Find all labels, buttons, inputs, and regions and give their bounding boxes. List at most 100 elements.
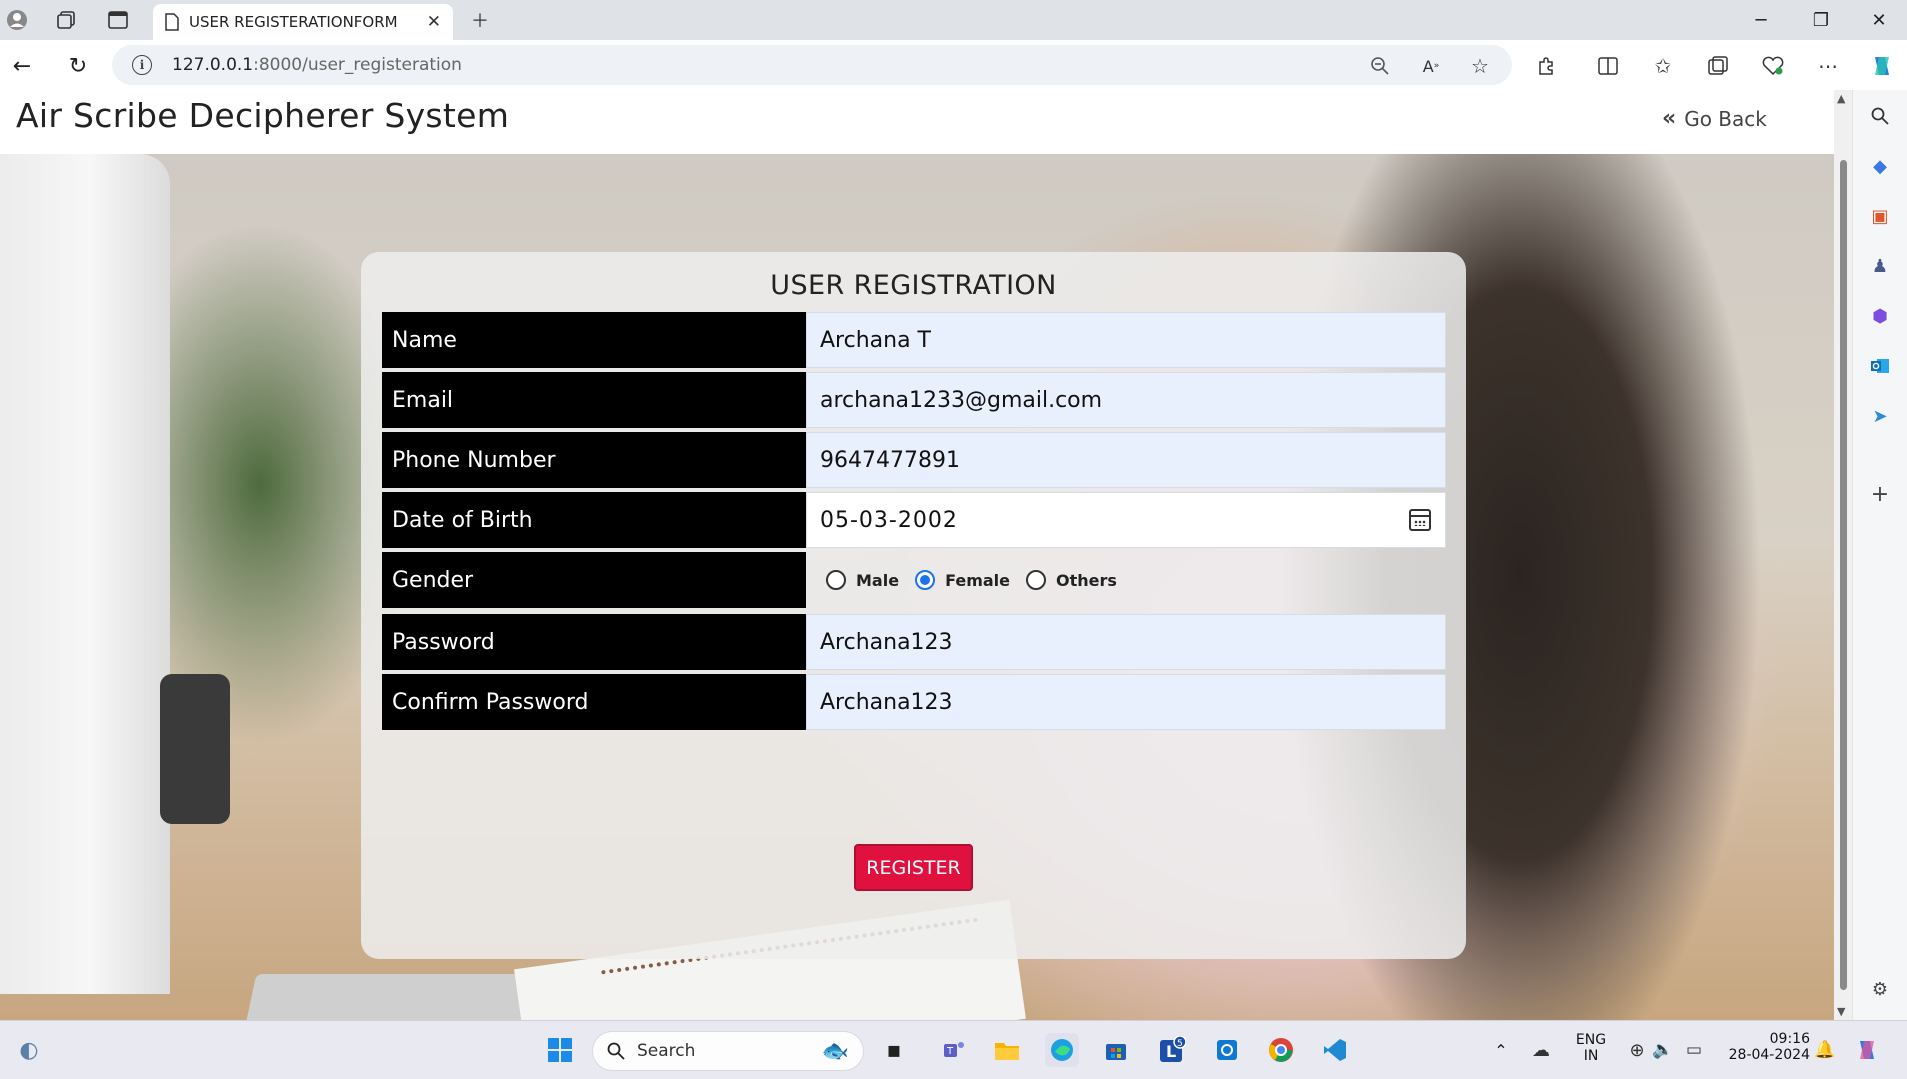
- refresh-icon[interactable]: ↻: [62, 50, 94, 82]
- password-input[interactable]: Archana123: [806, 614, 1446, 670]
- confirm-password-row: Confirm Password Archana123: [382, 674, 1446, 730]
- l-app-icon[interactable]: L5: [1155, 1033, 1189, 1067]
- dob-label: Date of Birth: [382, 492, 806, 548]
- sidebar-outlook-icon[interactable]: [1866, 352, 1894, 380]
- back-arrow-icon[interactable]: ←: [6, 50, 38, 82]
- radio-checked-icon[interactable]: [915, 570, 936, 590]
- calendar-icon[interactable]: [1409, 509, 1431, 531]
- name-input[interactable]: Archana T: [806, 312, 1446, 368]
- browser-essentials-icon[interactable]: [1757, 50, 1789, 82]
- windows-taskbar: ◐ Search 🐟 ▪ T L5 ⌃ ☁ ENG IN ⊕ 🔈 ▭ 09:16: [0, 1020, 1907, 1079]
- workspaces-icon[interactable]: [52, 6, 80, 34]
- gender-label: Gender: [382, 552, 806, 608]
- scroll-up-arrow-icon[interactable]: ▲: [1837, 92, 1845, 105]
- minimize-icon[interactable]: ─: [1732, 0, 1790, 40]
- page-icon: [165, 13, 179, 31]
- radio-unchecked-icon[interactable]: [826, 570, 846, 590]
- dob-value: 05-03-2002: [820, 507, 958, 533]
- speaker-photo-element: [160, 674, 230, 824]
- phone-row: Phone Number 9647477891: [382, 432, 1446, 488]
- confirm-password-input[interactable]: Archana123: [806, 674, 1446, 730]
- favorites-icon[interactable]: ✩: [1647, 50, 1679, 82]
- task-view-icon[interactable]: ▪: [877, 1033, 911, 1067]
- clock[interactable]: 09:16 28-04-2024: [1718, 1031, 1810, 1063]
- lang-line2: IN: [1583, 1048, 1599, 1064]
- tray-chevron-up-icon[interactable]: ⌃: [1484, 1033, 1518, 1067]
- restore-icon[interactable]: ❐: [1792, 0, 1850, 40]
- tab-title: USER REGISTERATIONFORM: [189, 13, 398, 31]
- go-back-label: Go Back: [1684, 106, 1767, 131]
- scroll-down-arrow-icon[interactable]: ▼: [1837, 1005, 1845, 1018]
- sidebar-shopping-tag-icon[interactable]: ◆: [1866, 152, 1894, 180]
- taskbar-search[interactable]: Search 🐟: [592, 1031, 864, 1071]
- registration-card: USER REGISTRATION Name Archana T Email a…: [361, 252, 1466, 959]
- gender-options: Male Female Others: [806, 552, 1446, 608]
- sidebar-games-icon[interactable]: ♟: [1866, 252, 1894, 280]
- register-button[interactable]: REGISTER: [854, 844, 973, 891]
- outlook-app-icon[interactable]: [1210, 1033, 1244, 1067]
- tab-actions-icon[interactable]: [104, 6, 132, 34]
- more-options-icon[interactable]: ⋯: [1812, 50, 1844, 82]
- scrollbar-thumb[interactable]: [1840, 160, 1847, 990]
- url-text: 127.0.0.1:8000/user_registeration: [172, 55, 462, 75]
- dob-input[interactable]: 05-03-2002: [806, 492, 1446, 548]
- battery-icon[interactable]: ▭: [1677, 1033, 1711, 1067]
- email-input[interactable]: archana1233@gmail.com: [806, 372, 1446, 428]
- copilot-icon[interactable]: [1866, 50, 1898, 82]
- extensions-icon[interactable]: [1531, 50, 1563, 82]
- collections-icon[interactable]: [1702, 50, 1734, 82]
- address-bar[interactable]: i 127.0.0.1:8000/user_registeration: [112, 45, 1512, 85]
- vscode-icon[interactable]: [1318, 1033, 1352, 1067]
- zoom-out-icon[interactable]: [1364, 50, 1396, 82]
- others-label: Others: [1056, 570, 1117, 590]
- active-browser-tab[interactable]: USER REGISTERATIONFORM ✕: [153, 4, 453, 40]
- name-label: Name: [382, 312, 806, 368]
- close-window-icon[interactable]: ✕: [1850, 0, 1907, 40]
- split-screen-icon[interactable]: [1592, 50, 1624, 82]
- name-row: Name Archana T: [382, 312, 1446, 368]
- weather-widget-icon[interactable]: ◐: [12, 1033, 46, 1067]
- url-path: :8000/user_registeration: [253, 55, 462, 75]
- double-chevron-left-icon: «: [1662, 106, 1677, 131]
- sidebar-tools-icon[interactable]: ▣: [1866, 202, 1894, 230]
- confirm-password-label: Confirm Password: [382, 674, 806, 730]
- notification-bell-icon[interactable]: 🔔: [1808, 1033, 1842, 1067]
- go-back-link[interactable]: « Go Back: [1662, 106, 1767, 131]
- gender-radio-male[interactable]: Male: [826, 570, 899, 590]
- profile-icon[interactable]: [3, 6, 31, 34]
- language-indicator[interactable]: ENG IN: [1571, 1032, 1611, 1064]
- url-host: 127.0.0.1: [172, 55, 254, 75]
- volume-icon[interactable]: 🔈: [1646, 1033, 1680, 1067]
- email-row: Email archana1233@gmail.com: [382, 372, 1446, 428]
- sidebar-settings-gear-icon[interactable]: ⚙: [1866, 975, 1894, 1003]
- password-label: Password: [382, 614, 806, 670]
- page-scrollbar[interactable]: ▲ ▼: [1834, 90, 1852, 1020]
- read-aloud-icon[interactable]: A»: [1415, 50, 1447, 82]
- chrome-icon[interactable]: [1264, 1033, 1298, 1067]
- sidebar-send-icon[interactable]: ➤: [1866, 402, 1894, 430]
- microsoft-store-icon[interactable]: [1099, 1033, 1133, 1067]
- copilot-taskbar-icon[interactable]: [1850, 1033, 1884, 1067]
- file-explorer-icon[interactable]: [990, 1033, 1024, 1067]
- close-tab-icon[interactable]: ✕: [427, 12, 441, 32]
- windows-start-icon[interactable]: [543, 1033, 577, 1067]
- site-header: Air Scribe Decipherer System « Go Back: [0, 90, 1834, 154]
- male-label: Male: [856, 570, 900, 590]
- phone-input[interactable]: 9647477891: [806, 432, 1446, 488]
- gender-radio-female[interactable]: Female: [915, 570, 1010, 590]
- sidebar-search-icon[interactable]: [1866, 102, 1894, 130]
- favorite-star-icon[interactable]: ☆: [1464, 50, 1496, 82]
- new-tab-icon[interactable]: ＋: [466, 6, 494, 34]
- gender-radio-others[interactable]: Others: [1026, 570, 1117, 590]
- site-info-icon[interactable]: i: [132, 55, 152, 75]
- onedrive-cloud-icon[interactable]: ☁: [1524, 1033, 1558, 1067]
- edge-browser-icon[interactable]: [1045, 1033, 1079, 1067]
- monitor-photo-element: [0, 154, 170, 994]
- email-label: Email: [382, 372, 806, 428]
- radio-unchecked-icon[interactable]: [1026, 570, 1046, 590]
- taskbar-search-label: Search: [637, 1041, 696, 1061]
- teams-icon[interactable]: T: [937, 1033, 971, 1067]
- sidebar-add-icon[interactable]: +: [1866, 480, 1894, 508]
- clock-date: 28-04-2024: [1728, 1047, 1810, 1063]
- sidebar-m365-icon[interactable]: ⬢: [1866, 302, 1894, 330]
